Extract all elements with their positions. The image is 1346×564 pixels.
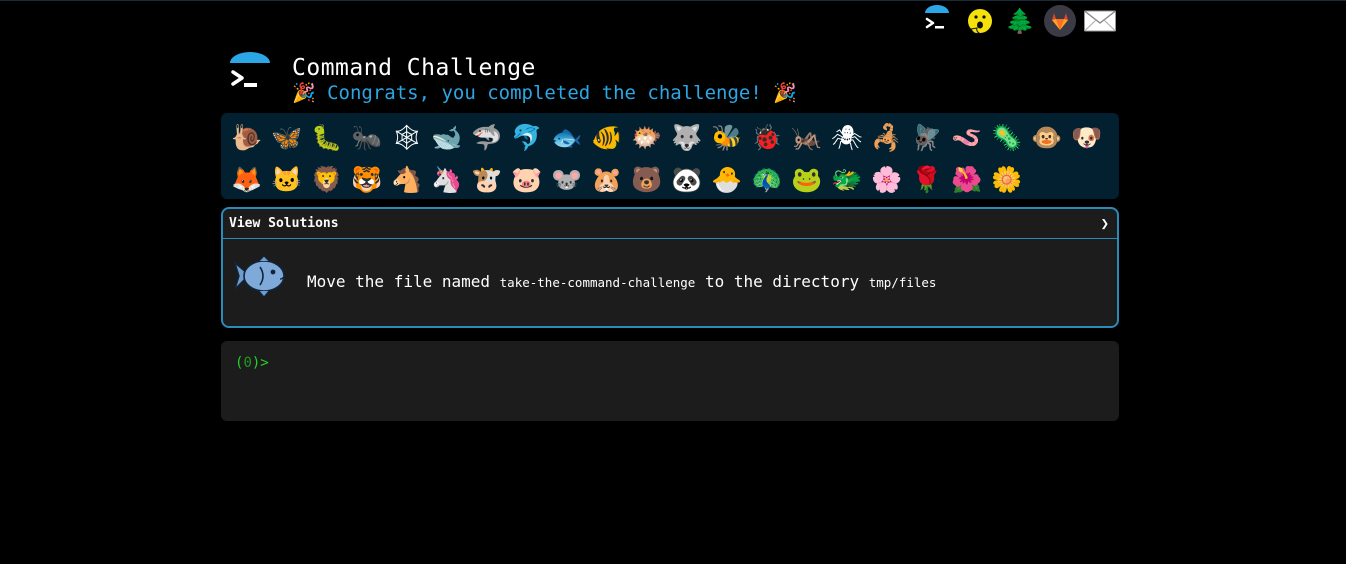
animal-blowfish-icon: 🐡: [631, 122, 663, 152]
animal-scorpion-icon: 🦂: [871, 122, 903, 152]
animal-bee-icon: 🐝: [711, 122, 743, 152]
animal-dolphin-icon: 🐬: [511, 122, 543, 152]
prompt-count: 0: [243, 355, 252, 371]
challenge-file-name: take-the-command-challenge: [499, 275, 696, 290]
terminal-logo-icon[interactable]: [920, 4, 954, 38]
animal-bug-icon: 🐛: [311, 122, 343, 152]
challenge-description: Move the file named take-the-command-cha…: [307, 272, 936, 291]
animal-cherry-blossom-icon: 🌸: [871, 164, 903, 194]
tree-glyph: 🌲: [1005, 7, 1035, 35]
challenge-middle: to the directory: [695, 272, 869, 291]
view-solutions-toggle[interactable]: View Solutions ❯: [223, 209, 1117, 239]
animal-cat-icon: 🐱: [271, 164, 303, 194]
emoji-face-icon[interactable]: [963, 4, 997, 38]
terminal-prompt: (0)>: [235, 355, 269, 371]
animal-butterfly-icon: 🦋: [271, 122, 303, 152]
animal-shark-icon: 🦈: [471, 122, 503, 152]
animal-wolf-icon: 🐺: [671, 122, 703, 152]
prompt-close: )>: [251, 355, 269, 371]
animal-collection: 🐌 🦋 🐛 🐜 🕸 🐋 🦈 🐬 🐟 🐠 🐡 🐺 🐝 🐞 🦗 🕷 🦂 🪰 🪱 🦠 🐵 🐶 🦊 🐱 🦁 🐯 🐴 🦄 🐮 🐷 🐭 🐹 🐻 🐼 🐣 🦚 🐸 🐲 🌸 🌹…: [221, 113, 1119, 199]
animal-lady-beetle-icon: 🐞: [751, 122, 783, 152]
chevron-right-icon: ❯: [1100, 215, 1109, 232]
animal-horse-icon: 🐴: [391, 164, 423, 194]
completion-message: 🎉 Congrats, you completed the challenge!…: [292, 82, 797, 104]
tree-icon[interactable]: 🌲: [1003, 4, 1037, 38]
animal-lion-icon: 🦁: [311, 164, 343, 194]
animal-cow-icon: 🐮: [471, 164, 503, 194]
animal-dog-icon: 🐶: [1071, 122, 1103, 152]
mail-icon[interactable]: [1082, 4, 1118, 38]
animal-hatching-chick-icon: 🐣: [711, 164, 743, 194]
animal-snail-icon: 🐌: [231, 122, 263, 152]
animal-rose-icon: 🌹: [911, 164, 943, 194]
gitlab-icon[interactable]: [1043, 4, 1077, 38]
challenge-body: Move the file named take-the-command-cha…: [223, 239, 1117, 326]
animal-panda-icon: 🐼: [671, 164, 703, 194]
site-logo-icon[interactable]: [228, 51, 272, 97]
animal-fly-icon: 🪰: [911, 122, 943, 152]
animal-spider-web-icon: 🕸: [391, 122, 423, 152]
top-icon-bar: 🌲: [920, 4, 1120, 40]
challenge-directory: tmp/files: [868, 275, 937, 290]
animal-fox-icon: 🦊: [231, 164, 263, 194]
animal-peacock-icon: 🦚: [751, 164, 783, 194]
animal-dragon-icon: 🐲: [831, 164, 863, 194]
animal-ant-icon: 🐜: [351, 122, 383, 152]
animal-microbe-icon: 🦠: [991, 122, 1023, 152]
animal-tiger-icon: 🐯: [351, 164, 383, 194]
page-title: Command Challenge: [292, 55, 536, 81]
view-solutions-label: View Solutions: [229, 216, 339, 231]
animal-bear-icon: 🐻: [631, 164, 663, 194]
challenge-prefix: Move the file named: [307, 272, 500, 291]
animal-whale-icon: 🐋: [431, 122, 463, 152]
animal-worm-icon: 🪱: [951, 122, 983, 152]
fish-icon: [233, 255, 289, 299]
animal-fish-icon: 🐟: [551, 122, 583, 152]
animal-sunflower-icon: 🌼: [991, 164, 1023, 194]
animal-unicorn-icon: 🦄: [431, 164, 463, 194]
animal-monkey-icon: 🐵: [1031, 122, 1063, 152]
animal-frog-icon: 🐸: [791, 164, 823, 194]
terminal-input[interactable]: [278, 354, 878, 372]
challenge-panel: View Solutions ❯ Move the file named tak…: [221, 207, 1119, 328]
animal-hamster-icon: 🐹: [591, 164, 623, 194]
animal-spider-icon: 🕷: [831, 122, 863, 152]
animal-hibiscus-icon: 🌺: [951, 164, 983, 194]
animal-mouse-icon: 🐭: [551, 164, 583, 194]
terminal[interactable]: (0)>: [221, 341, 1119, 421]
animal-cricket-icon: 🦗: [791, 122, 823, 152]
animal-tropical-fish-icon: 🐠: [591, 122, 623, 152]
animal-pig-icon: 🐷: [511, 164, 543, 194]
